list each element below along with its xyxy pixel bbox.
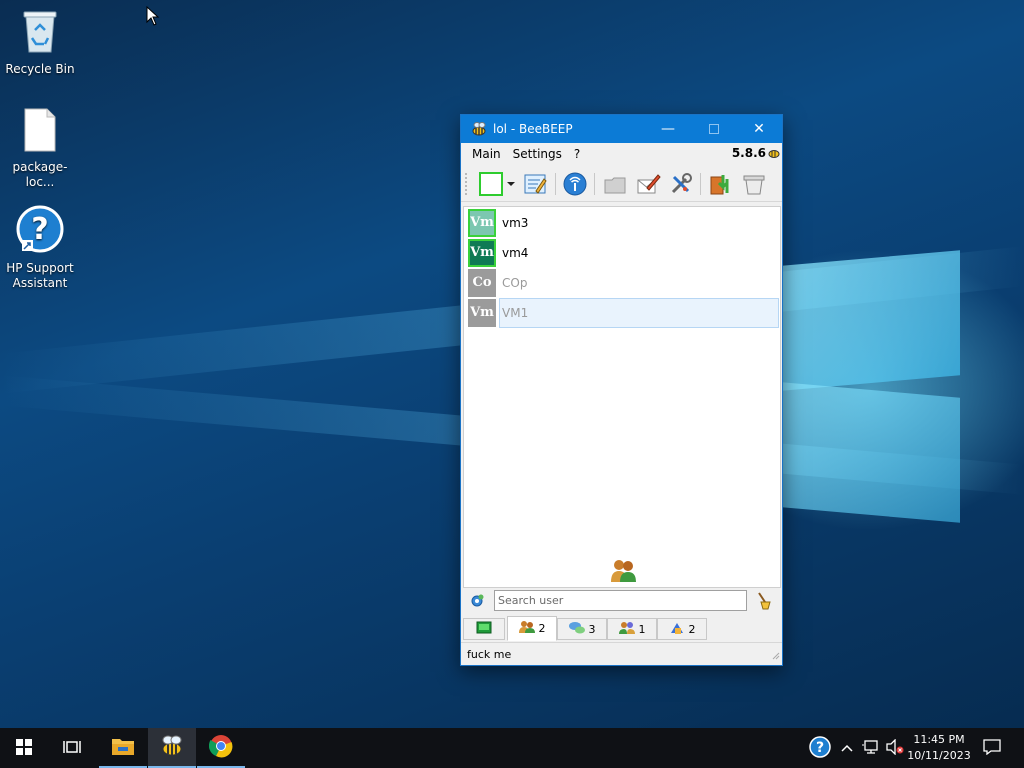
tab-home[interactable] [463,618,505,640]
update-icon[interactable] [708,171,734,197]
desktop-icon-package-lock[interactable]: package-loc... [0,108,80,190]
desktop-icon-label: HP Support Assistant [6,261,74,290]
search-row [461,588,782,616]
tab-users[interactable]: 2 [507,616,557,641]
taskbar-clock[interactable]: 11:45 PM 10/11/2023 [903,732,975,764]
chevron-up-icon [841,741,853,755]
network-icon [862,739,880,758]
bee-app-icon [471,121,487,137]
tray-hp-support[interactable]: ? [806,728,834,768]
recycle-bin-icon [0,8,80,58]
action-center-button[interactable] [978,728,1006,768]
svg-text:?: ? [31,212,48,247]
home-icon [476,621,492,638]
toolbar-separator [594,173,595,195]
write-message-icon[interactable] [635,171,661,197]
network-icon[interactable] [562,171,588,197]
toolbar-separator [700,173,701,195]
avatar: Co [468,269,496,297]
bee-small-icon [768,147,780,162]
resize-grip-icon[interactable] [772,649,780,663]
clock-time: 11:45 PM [913,733,965,746]
taskbar-chrome[interactable] [197,728,245,768]
version-label: 5.8.6 [731,146,766,160]
users-group-icon [609,557,639,586]
tools-icon[interactable] [668,171,694,197]
user-list: Vm vm3 Vm vm4 Co COp Vm VM1 [463,206,781,588]
maximize-button[interactable] [691,115,737,143]
folder-icon [111,736,135,759]
list-item[interactable]: Vm vm4 [464,238,780,268]
status-dropdown-icon[interactable] [505,171,517,197]
avatar: Vm [468,209,496,237]
edit-profile-icon[interactable] [522,171,548,197]
close-button[interactable]: ✕ [736,115,782,143]
menu-help[interactable]: ? [568,147,586,161]
shares-icon [669,621,685,638]
chrome-icon [208,734,233,761]
avatar: Vm [468,299,496,327]
desktop-icon-label: Recycle Bin [5,62,75,76]
task-view-button[interactable] [48,728,96,768]
clock-date: 10/11/2023 [907,749,971,762]
search-input[interactable] [494,590,747,611]
desktop-icon-label: package-loc... [12,160,68,189]
help-icon: ? [809,735,831,761]
user-name: COp [502,276,528,290]
title-bar[interactable]: lol - BeeBEEP — ✕ [461,115,782,143]
menu-main[interactable]: Main [466,147,507,161]
task-view-icon [63,739,81,758]
list-item[interactable]: Vm VM1 [464,298,780,328]
bee-app-icon [160,735,184,760]
window-title: lol - BeeBEEP [493,122,573,136]
minimize-button[interactable]: — [645,115,691,143]
menu-bar: Main Settings ? 5.8.6 [461,143,782,165]
volume-muted-icon [886,737,904,758]
groups-icon [618,621,635,638]
settings-gear-icon[interactable] [469,593,485,612]
hp-support-icon: ? [0,205,80,257]
selection-highlight [499,298,779,328]
svg-text:?: ? [816,740,824,756]
file-icon [0,108,80,156]
user-name: vm3 [502,216,529,230]
desktop-icon-recycle-bin[interactable]: Recycle Bin [0,8,80,77]
notification-icon [983,738,1001,758]
tab-shares[interactable]: 2 [657,618,707,640]
toolbar-grip[interactable] [465,173,470,195]
tray-overflow-button[interactable] [838,728,856,768]
toolbar-separator [555,173,556,195]
taskbar: ? 11:45 PM 10/11/2023 [0,728,1024,768]
folder-icon[interactable] [602,171,628,197]
mouse-cursor-icon [146,5,160,29]
status-select-icon[interactable] [478,171,504,197]
tab-count: 3 [588,622,596,636]
tab-count: 2 [688,622,696,636]
clear-search-icon[interactable] [756,592,772,613]
windows-logo-icon [16,738,32,758]
list-item[interactable]: Co COp [464,268,780,298]
user-name: vm4 [502,246,529,260]
tab-chats[interactable]: 3 [557,618,607,640]
tab-count: 2 [538,622,546,635]
beebeep-window[interactable]: lol - BeeBEEP — ✕ Main Settings ? 5.8.6 [460,114,783,666]
status-bar: fuck me [467,648,512,661]
user-name: VM1 [502,306,529,320]
list-item[interactable]: Vm vm3 [464,208,780,238]
tray-network[interactable] [860,728,882,768]
trash-icon[interactable] [741,171,767,197]
view-tabs: 2 3 1 2 [461,616,782,643]
tab-groups[interactable]: 1 [607,618,657,640]
toolbar [461,165,782,202]
taskbar-beebeep[interactable] [148,728,196,768]
chats-icon [568,621,585,638]
tab-count: 1 [638,622,646,636]
avatar: Vm [468,239,496,267]
users-icon [518,620,535,637]
taskbar-file-explorer[interactable] [99,728,147,768]
menu-settings[interactable]: Settings [507,147,568,161]
start-button[interactable] [0,728,48,768]
desktop-icon-hp-support[interactable]: ? HP Support Assistant [0,205,80,291]
